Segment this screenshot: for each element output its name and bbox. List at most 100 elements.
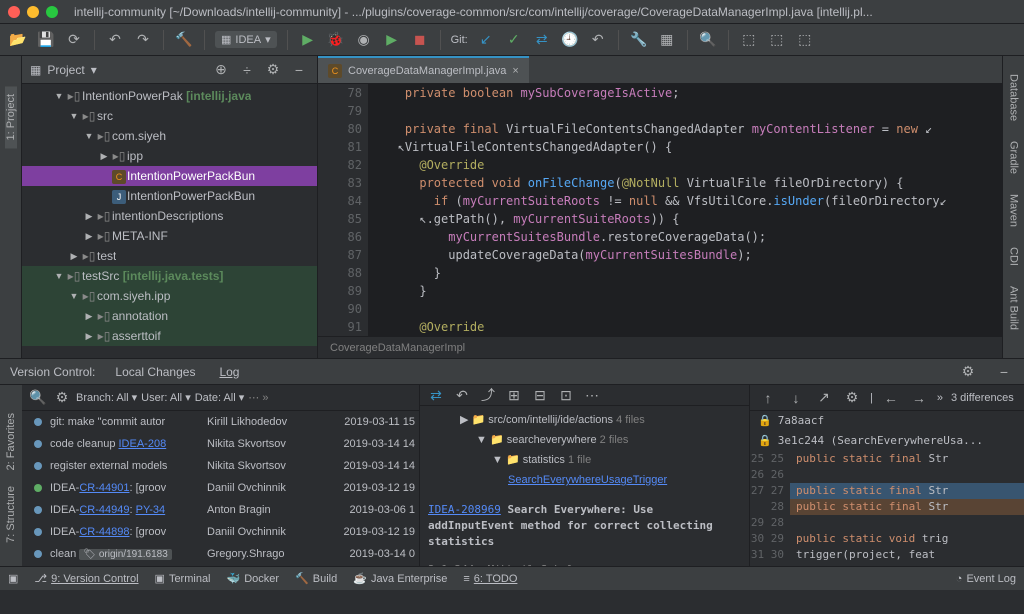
search-icon[interactable]: 🔍 [698,30,718,50]
tree-item[interactable]: ▶▸▯asserttoif [22,326,317,346]
tree-arrow-icon[interactable]: ▼ [67,111,81,121]
tree-item[interactable]: CIntentionPowerPackBun [22,166,317,186]
code-content[interactable]: private boolean mySubCoverageIsActive; p… [368,84,1002,336]
editor-body[interactable]: 787980818283848586878889909192 private b… [318,84,1002,336]
group-icon[interactable]: ⊞ [504,385,524,405]
gradle-tool-button[interactable]: Gradle [1008,133,1020,182]
prev-diff-icon[interactable]: ↑ [758,388,778,408]
misc-icon-3[interactable]: ⬚ [795,30,815,50]
version-control-button[interactable]: ⎇ 9: Version Control [34,572,138,585]
tree-item[interactable]: JIntentionPowerPackBun [22,186,317,206]
editor-breadcrumb[interactable]: CoverageDataManagerImpl [318,336,1002,358]
tree-arrow-icon[interactable]: ▶ [82,311,96,322]
docker-button[interactable]: 🐳 Docker [227,572,280,585]
tree-arrow-icon[interactable]: ▼ [82,131,96,141]
target-icon[interactable]: ⊕ [211,60,231,80]
close-window-icon[interactable] [8,6,20,18]
tree-arrow-icon[interactable]: ▶ [82,211,96,222]
tree-arrow-icon[interactable]: ▶ [67,251,81,262]
tree-item[interactable]: ▶▸▯annotation [22,306,317,326]
next-file-icon[interactable]: → [909,388,929,408]
git-update-icon[interactable]: ↙ [476,30,496,50]
ant-tool-button[interactable]: Ant Build [1008,278,1020,338]
save-icon[interactable]: 💾 [36,30,56,50]
vcs-tab-local-changes[interactable]: Local Changes [111,363,199,381]
coverage-button[interactable]: ◉ [354,30,374,50]
prev-file-icon[interactable]: ← [881,388,901,408]
issue-link[interactable]: IDEA-208969 [428,503,501,516]
favorites-tool-button[interactable]: 2: Favorites [5,405,17,478]
revert-icon[interactable]: ↶ [452,385,472,405]
misc-icon-2[interactable]: ⬚ [767,30,787,50]
git-commit-icon[interactable]: ✓ [504,30,524,50]
run-button[interactable]: ▶ [298,30,318,50]
profile-button[interactable]: ▶ [382,30,402,50]
expand-icon[interactable]: ⊟ [530,385,550,405]
settings-icon[interactable]: 🔧 [629,30,649,50]
commit-row[interactable]: IDEA-CR-44949: PY-34Anton Bragin2019-03-… [22,499,419,521]
refresh-icon[interactable]: ⟳ [64,30,84,50]
project-tree[interactable]: ▼▸▯IntentionPowerPak [intellij.java▼▸▯sr… [22,84,317,358]
tree-item[interactable]: ▶▸▯ipp [22,146,317,166]
tree-arrow-icon[interactable]: ▶ [82,231,96,242]
redo-icon[interactable]: ↷ [133,30,153,50]
tree-item[interactable]: ▶▸▯test [22,246,317,266]
close-tab-icon[interactable]: × [512,65,518,77]
gear-icon[interactable]: ⚙ [958,362,978,382]
more-icon[interactable]: ⋯ [582,385,602,405]
tree-item[interactable]: ▶▸▯intentionDescriptions [22,206,317,226]
tree-item[interactable]: ▼▸▯com.siyeh [22,126,317,146]
todo-button[interactable]: ≡ 6: TODO [463,573,517,585]
debug-button[interactable]: 🐞 [326,30,346,50]
commit-row[interactable]: register external modelsNikita Skvortsov… [22,455,419,477]
commit-row[interactable]: clean 🏷 origin/191.6183Gregory.Shrago201… [22,543,419,565]
next-diff-icon[interactable]: ↓ [786,388,806,408]
gear-icon[interactable]: ⚙ [842,388,862,408]
project-structure-icon[interactable]: ▦ [657,30,677,50]
date-filter[interactable]: Date: All ▾ [195,391,245,404]
search-icon[interactable]: 🔍 [28,388,48,408]
minimize-window-icon[interactable] [27,6,39,18]
chevron-down-icon[interactable]: ▾ [91,63,97,77]
run-config-selector[interactable]: ▦ IDEA ▾ [215,31,277,48]
build-icon[interactable]: 🔨 [174,30,194,50]
gear-icon[interactable]: ⚙ [263,60,283,80]
commit-row[interactable]: IDEA-CR-44898: [groovDaniil Ovchinnik201… [22,521,419,543]
tree-item[interactable]: ▼▸▯com.siyeh.ipp [22,286,317,306]
stop-button[interactable]: ◼ [410,30,430,50]
undo-icon[interactable]: ↶ [105,30,125,50]
commit-row[interactable]: git: make "commit autorKirill Likhodedov… [22,411,419,433]
maven-tool-button[interactable]: Maven [1008,186,1020,235]
vcs-tab-log[interactable]: Log [215,363,243,381]
diff-body[interactable]: 🔒7a8aacf 🔒3e1c244 (SearchEverywhereUsa..… [750,411,1024,566]
tree-arrow-icon[interactable]: ▼ [52,271,66,281]
commit-row[interactable]: code cleanup IDEA-208Nikita Skvortsov201… [22,433,419,455]
project-tool-button[interactable]: 1: Project [5,86,17,148]
editor-tab-coverage[interactable]: C CoverageDataManagerImpl.java × [318,56,529,83]
bottom-corner-icon[interactable]: ▣ [8,572,18,585]
cdi-tool-button[interactable]: CDI [1008,239,1020,274]
jump-icon[interactable]: ↗ [814,388,834,408]
git-revert-icon[interactable]: ↶ [588,30,608,50]
hide-icon[interactable]: − [994,362,1014,382]
tree-arrow-icon[interactable]: ▶ [97,151,111,162]
tree-arrow-icon[interactable]: ▼ [52,91,66,101]
collapse-icon[interactable]: ÷ [237,60,257,80]
structure-tool-button[interactable]: 7: Structure [5,478,17,551]
user-filter[interactable]: User: All ▾ [141,391,191,404]
event-log-button[interactable]: ◔ Event Log [956,573,1016,585]
tree-arrow-icon[interactable]: ▶ [82,331,96,342]
database-tool-button[interactable]: Database [1008,66,1020,129]
commit-row[interactable]: pass component tooltipGregory.Shrago2019… [22,565,419,566]
open-icon[interactable]: 📂 [8,30,28,50]
gear-icon[interactable]: ⚙ [52,388,72,408]
tree-item[interactable]: ▼▸▯testSrc [intellij.java.tests] [22,266,317,286]
git-history-icon[interactable]: 🕘 [560,30,580,50]
tree-arrow-icon[interactable]: ▼ [67,291,81,301]
misc-icon-1[interactable]: ⬚ [739,30,759,50]
commit-row[interactable]: IDEA-CR-44901: [groovDaniil Ovchinnik201… [22,477,419,499]
collapse-icon[interactable]: ⊡ [556,385,576,405]
branch-filter[interactable]: Branch: All ▾ [76,391,137,404]
tree-item[interactable]: ▼▸▯IntentionPowerPak [intellij.java [22,86,317,106]
tree-item[interactable]: ▼▸▯src [22,106,317,126]
